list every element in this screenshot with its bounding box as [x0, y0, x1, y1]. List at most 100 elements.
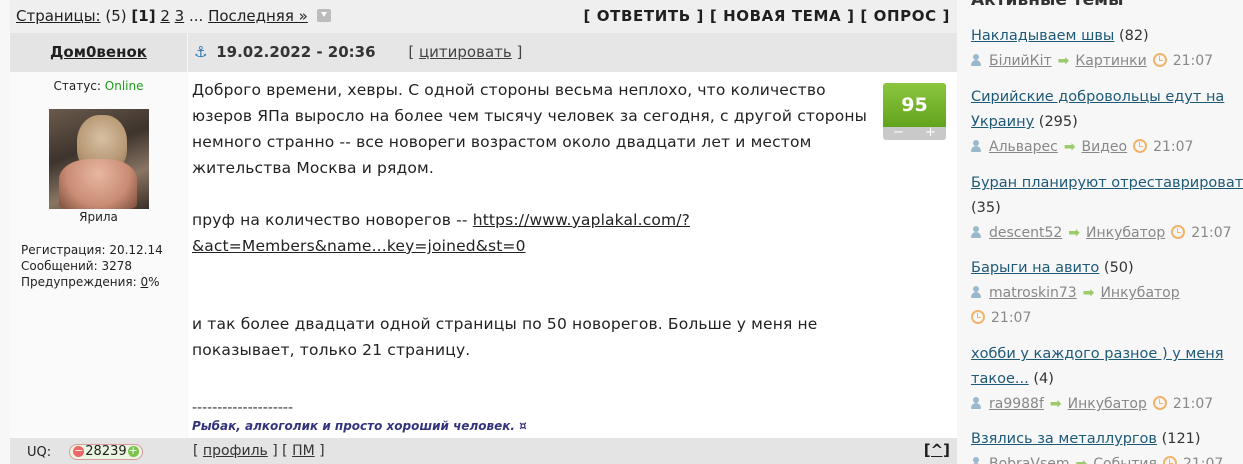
rate-up-button[interactable]: +: [915, 125, 946, 141]
arrow-right-icon: ➡: [1068, 225, 1081, 241]
topic-section-link[interactable]: События: [1093, 456, 1157, 464]
user-status: Статус: Online: [10, 79, 187, 93]
uq-label: UQ:: [27, 445, 52, 460]
active-topic: Накладываем швы (82) БілийКіт ➡ Картинки 21…: [971, 24, 1243, 74]
uq-plus-button[interactable]: +: [127, 445, 139, 457]
pages-count: (5): [105, 7, 127, 25]
page-link-3[interactable]: 3: [175, 7, 185, 25]
active-topic: Взялись за металлургов (121) BobraVsem ➡ С…: [971, 427, 1243, 464]
post-date: 19.02.2022 - 20:36: [216, 43, 376, 61]
topic-title-link[interactable]: хобби у каждого разное ) у меня такое...: [971, 346, 1223, 387]
signature: Рыбак, алкоголик и просто хороший челове…: [192, 419, 527, 433]
topic-last-user-link[interactable]: matroskin73: [989, 285, 1077, 301]
topic-section-link[interactable]: Инкубатор: [1086, 225, 1165, 241]
post-body: Доброго времени, хевры. С одной стороны …: [188, 72, 957, 438]
topic-title-link[interactable]: Взялись за металлургов: [971, 431, 1157, 447]
arrow-right-icon: ➡: [1063, 139, 1076, 155]
post-meta: ⚓ 19.02.2022 - 20:36 [ цитировать ]: [188, 33, 957, 72]
warnings-link[interactable]: 0: [141, 275, 149, 289]
registration-date: Регистрация: 20.12.14: [21, 243, 163, 257]
post-rating: 95 − +: [883, 83, 946, 140]
proof-prefix: пруф на количество новорегов --: [192, 211, 473, 229]
new-topic-button[interactable]: [ НОВАЯ ТЕМА ]: [710, 7, 855, 25]
rate-down-button[interactable]: −: [883, 125, 914, 141]
message-count: Сообщений: 3278: [21, 259, 132, 273]
topic-title-link[interactable]: Буран планируют отреставрировать: [971, 175, 1243, 191]
clock-icon: [1133, 139, 1148, 153]
bracket: ]: [319, 443, 325, 459]
pages-ellipsis: ...: [189, 7, 204, 25]
topic-reply-count: (295): [1038, 114, 1078, 130]
user-info-panel: Статус: Online Ярила Регистрация: 20.12.…: [10, 72, 187, 438]
topic-time: 21:07: [1172, 53, 1214, 69]
topic-title-link[interactable]: Сирийские добровольцы едут на Украину: [971, 89, 1224, 130]
reply-button[interactable]: [ ОТВЕТИТЬ ]: [584, 7, 704, 25]
poll-button[interactable]: [ ОПРОС ]: [860, 7, 950, 25]
bracket: ]: [516, 43, 523, 61]
topic-time: 21:07: [991, 310, 1032, 326]
user-icon: [971, 54, 981, 66]
uq-minus-button[interactable]: −: [73, 445, 85, 457]
arrow-right-icon: ➡: [1049, 396, 1062, 412]
clock-icon: [1171, 225, 1186, 239]
avatar-caption: Ярила: [79, 210, 118, 224]
bracket: ] [: [272, 443, 288, 459]
user-icon: [971, 457, 981, 464]
warnings: Предупреждения: 0%: [21, 274, 163, 290]
topic-title-link[interactable]: Барыги на авито: [971, 260, 1099, 276]
page-jump-dropdown-icon[interactable]: [316, 9, 331, 22]
anchor-icon[interactable]: ⚓: [194, 43, 207, 61]
bracket: [: [408, 43, 415, 61]
quote-control: [ цитировать ]: [408, 43, 522, 61]
post-text: Доброго времени, хевры. С одной стороны …: [192, 77, 882, 363]
topic-last-user-link[interactable]: descent52: [989, 225, 1062, 241]
bracket: [: [193, 443, 199, 459]
signature-separator: --------------------: [192, 400, 294, 416]
user-icon: [971, 226, 981, 238]
scroll-top-link[interactable]: [^]: [924, 441, 950, 459]
topic-title-link[interactable]: Накладываем швы: [971, 28, 1114, 44]
active-topics-sidebar: Активные темы Накладываем швы (82) Білий…: [966, 0, 1243, 464]
quote-link[interactable]: цитировать: [419, 43, 512, 61]
active-topic: Буран планируют отреставрировать (35) de…: [971, 171, 1243, 246]
topic-last-user-link[interactable]: ra9988f: [989, 396, 1044, 412]
topic-section-link[interactable]: Видео: [1082, 139, 1128, 155]
pages-label-link[interactable]: Страницы:: [16, 7, 101, 25]
topic-section-link[interactable]: Инкубатор: [1068, 396, 1147, 412]
page-link-2[interactable]: 2: [160, 7, 170, 25]
current-page: [1]: [131, 7, 156, 25]
clock-icon: [1152, 53, 1167, 67]
topic-section-link[interactable]: Инкубатор: [1100, 285, 1179, 301]
topic-last-user-link[interactable]: BobraVsem: [989, 456, 1070, 464]
topic-time: 21:07: [1182, 456, 1224, 464]
topic-last-user-link[interactable]: БілийКіт: [989, 53, 1052, 69]
topic-time: 21:07: [1172, 396, 1214, 412]
pm-link[interactable]: ПМ: [292, 443, 315, 459]
arrow-right-icon: ➡: [1075, 456, 1088, 464]
clock-icon: [1152, 396, 1167, 410]
pager-bar: Страницы: (5) [1] 2 3 ... Последняя » [ …: [10, 0, 957, 33]
active-topic: хобби у каждого разное ) у меня такое...…: [971, 342, 1243, 417]
post-proof-line: пруф на количество новорегов -- https://…: [192, 207, 882, 259]
active-topic: Сирийские добровольцы едут на Украину (2…: [971, 85, 1243, 160]
topic-section-link[interactable]: Картинки: [1075, 53, 1146, 69]
user-icon: [971, 140, 981, 152]
warnings-label: Предупреждения:: [21, 275, 137, 289]
uq-value: 28239: [85, 444, 127, 459]
topic-reply-count: (121): [1161, 431, 1201, 447]
author-cell: Дом0венок: [10, 33, 187, 72]
last-page-link[interactable]: Последняя »: [208, 7, 308, 25]
rating-score: 95: [883, 83, 946, 127]
user-icon: [971, 397, 981, 409]
clock-icon: [1162, 456, 1177, 464]
active-topic: Барыги на авито (50) matroskin73 ➡ Инкубат…: [971, 256, 1211, 331]
user-icon: [971, 286, 981, 298]
forum-post-area: Страницы: (5) [1] 2 3 ... Последняя » [ …: [10, 0, 957, 464]
avatar[interactable]: [49, 109, 149, 209]
author-name-link[interactable]: Дом0венок: [50, 43, 147, 61]
post-footer: UQ: −28239 + [ профиль ] [ ПМ ] [^]: [10, 438, 957, 464]
profile-link[interactable]: профиль: [203, 443, 268, 459]
avatar-hands: [59, 159, 137, 209]
topic-last-user-link[interactable]: Альварес: [989, 139, 1058, 155]
status-label: Статус:: [53, 79, 101, 93]
